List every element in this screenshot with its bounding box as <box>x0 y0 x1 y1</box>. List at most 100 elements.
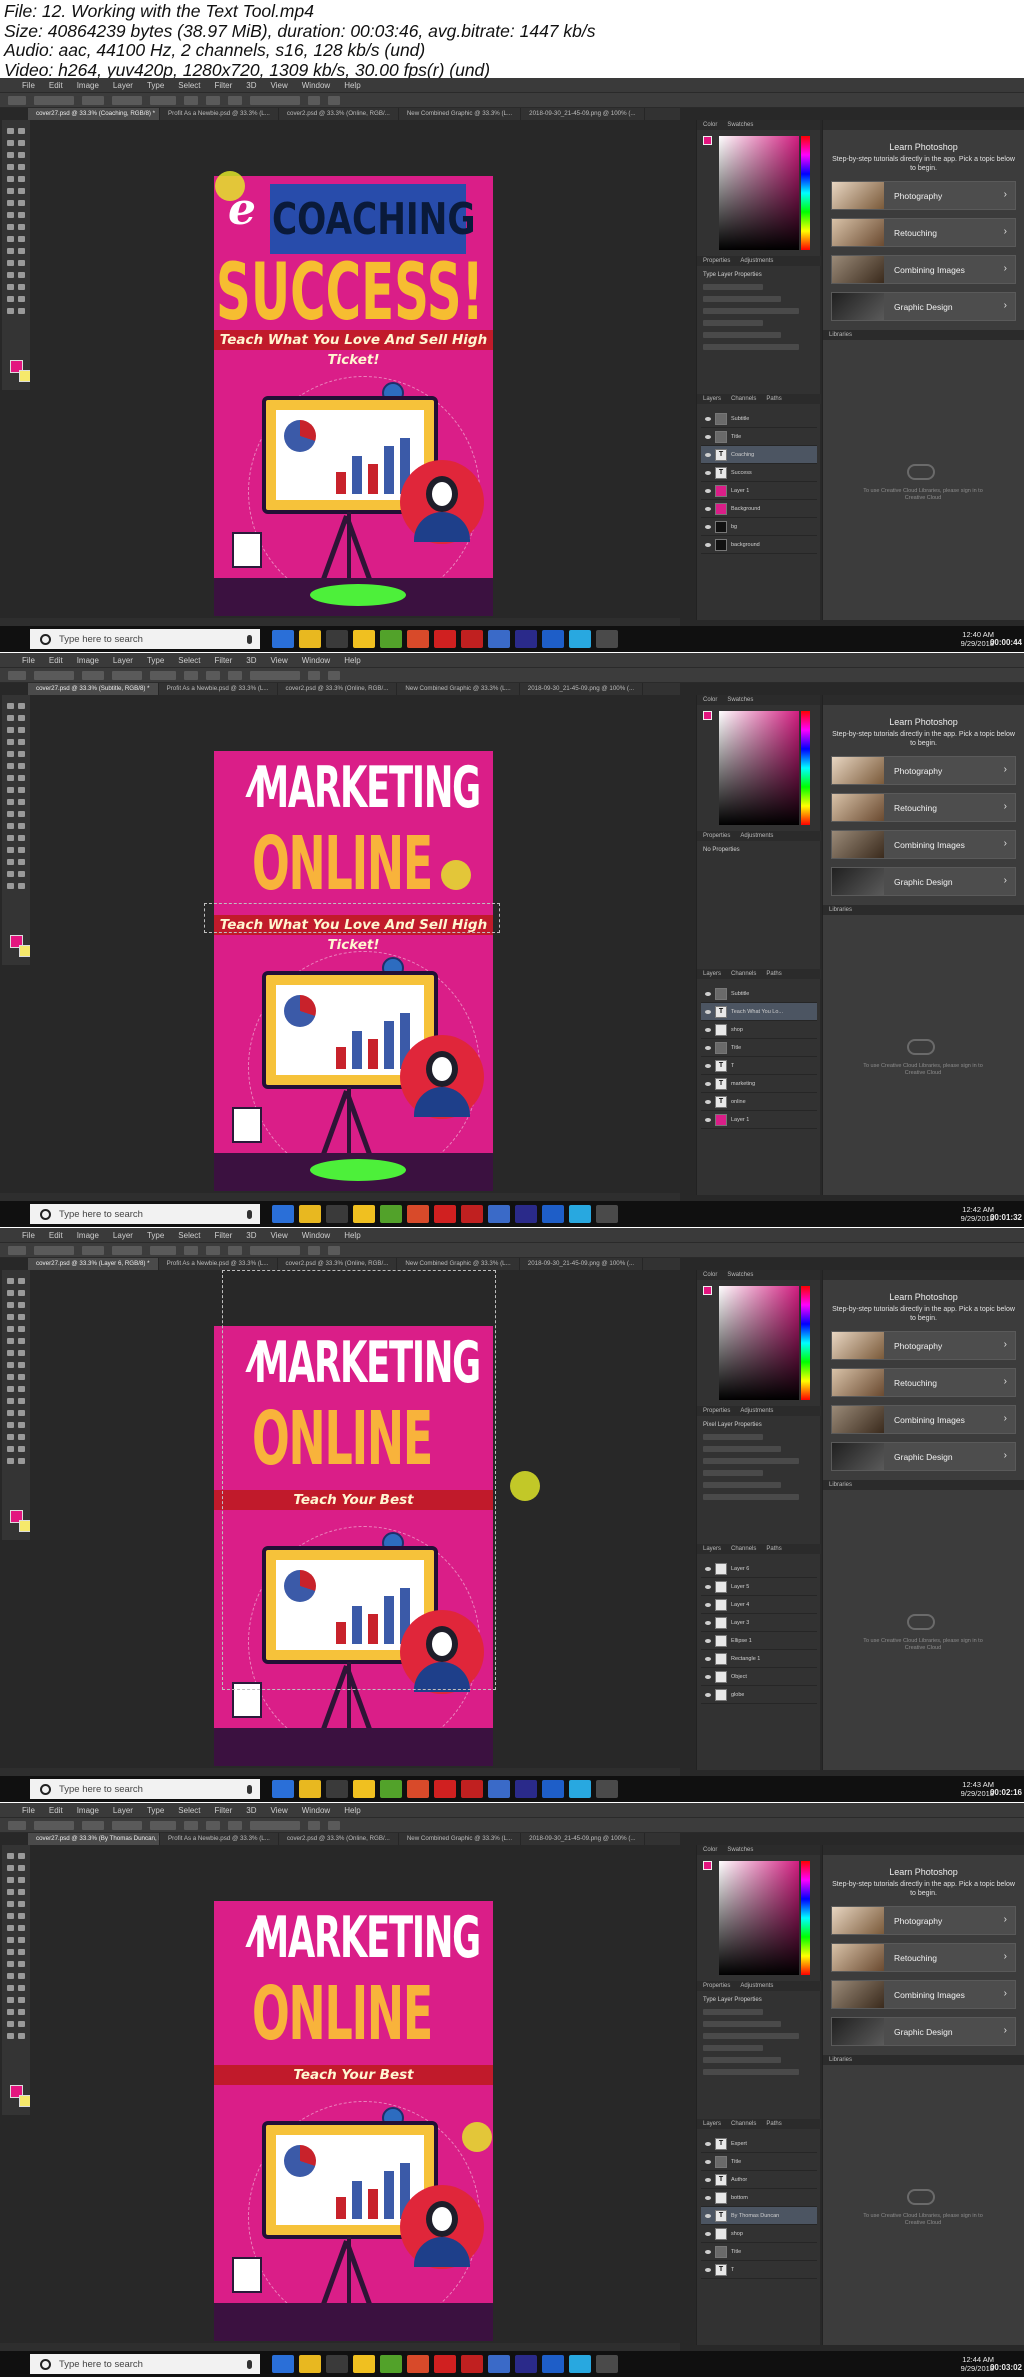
option-control[interactable] <box>8 1245 26 1255</box>
option-control[interactable] <box>206 1245 220 1255</box>
taskbar-search-box[interactable]: Type here to search <box>30 1204 260 1224</box>
menu-item-view[interactable]: View <box>271 656 288 665</box>
tool-icon[interactable] <box>7 1302 14 1308</box>
color-picker-field[interactable] <box>719 1286 799 1400</box>
tab-layers[interactable]: Layers <box>703 394 721 404</box>
taskbar-app-icon[interactable] <box>380 2355 402 2373</box>
learn-topic-graphic-design[interactable]: Graphic Design › <box>831 2017 1016 2046</box>
tool-icon[interactable] <box>18 1434 25 1440</box>
eye-icon[interactable] <box>705 524 711 529</box>
taskbar-search-box[interactable]: Type here to search <box>30 2354 260 2374</box>
taskbar-app-icon[interactable] <box>488 1205 510 1223</box>
option-control[interactable] <box>250 1245 300 1255</box>
tool-icon[interactable] <box>18 1997 25 2003</box>
taskbar-app-icon[interactable] <box>461 1780 483 1798</box>
property-field[interactable] <box>703 332 781 338</box>
tool-icon[interactable] <box>7 1398 14 1404</box>
property-field[interactable] <box>703 296 781 302</box>
tool-icon[interactable] <box>7 1422 14 1428</box>
tool-icon[interactable] <box>7 751 14 757</box>
menu-item-select[interactable]: Select <box>178 656 200 665</box>
hue-slider[interactable] <box>801 1861 810 1975</box>
layer-row[interactable]: Title <box>701 2243 817 2261</box>
property-field[interactable] <box>703 2069 799 2075</box>
tool-icon[interactable] <box>7 1949 14 1955</box>
option-control[interactable] <box>8 1820 26 1830</box>
document-tab[interactable]: cover2.psd @ 33.3% (Online, RGB/... <box>278 683 398 695</box>
document-tab[interactable]: 2018-09-30_21-45-09.png @ 100% (... <box>521 1833 645 1845</box>
layer-row[interactable]: Subtitle <box>701 410 817 428</box>
layer-row[interactable]: Layer 5 <box>701 1578 817 1596</box>
property-field[interactable] <box>703 320 763 326</box>
tool-icon[interactable] <box>7 1386 14 1392</box>
tool-icon[interactable] <box>18 224 25 230</box>
tab-properties[interactable]: Properties <box>703 831 730 841</box>
hue-slider[interactable] <box>801 711 810 825</box>
option-control[interactable] <box>206 1820 220 1830</box>
taskbar-app-icon[interactable] <box>596 630 618 648</box>
taskbar-search-box[interactable]: Type here to search <box>30 1779 260 1799</box>
tool-icon[interactable] <box>18 727 25 733</box>
tab-properties[interactable]: Properties <box>703 256 730 266</box>
tool-icon[interactable] <box>7 1901 14 1907</box>
tab-libraries[interactable]: Libraries <box>829 2055 852 2065</box>
eye-icon[interactable] <box>705 1045 711 1050</box>
menu-item-select[interactable]: Select <box>178 1806 200 1815</box>
layer-row[interactable]: T Success <box>701 464 817 482</box>
eye-icon[interactable] <box>705 2141 711 2146</box>
tab-layers[interactable]: Layers <box>703 1544 721 1554</box>
taskbar-app-icon[interactable] <box>569 1205 591 1223</box>
tool-icon[interactable] <box>7 1997 14 2003</box>
layer-row[interactable]: background <box>701 536 817 554</box>
taskbar-app-icon[interactable] <box>542 2355 564 2373</box>
subtitle-ribbon[interactable]: Teach Your Best <box>214 2065 493 2085</box>
taskbar-app-icon[interactable] <box>272 1205 294 1223</box>
taskbar-app-icon[interactable] <box>542 1205 564 1223</box>
learn-topic-photography[interactable]: Photography › <box>831 756 1016 785</box>
microphone-icon[interactable] <box>247 1784 252 1794</box>
tool-icon[interactable] <box>7 775 14 781</box>
document-tab[interactable]: cover2.psd @ 33.3% (Online, RGB/... <box>279 108 399 120</box>
tool-icon[interactable] <box>18 811 25 817</box>
option-control[interactable] <box>184 95 198 105</box>
menu-item-3d[interactable]: 3D <box>246 81 256 90</box>
eye-icon[interactable] <box>705 488 711 493</box>
menu-item-3d[interactable]: 3D <box>246 656 256 665</box>
tab-color[interactable]: Color <box>703 1845 717 1855</box>
option-control[interactable] <box>206 95 220 105</box>
option-control[interactable] <box>82 1820 104 1830</box>
tool-icon[interactable] <box>18 1398 25 1404</box>
tool-icon[interactable] <box>18 1889 25 1895</box>
tool-icon[interactable] <box>18 212 25 218</box>
option-control[interactable] <box>34 670 74 680</box>
document-tab[interactable]: 2018-09-30_21-45-09.png @ 100% (... <box>520 1258 644 1270</box>
tool-icon[interactable] <box>7 811 14 817</box>
menu-item-type[interactable]: Type <box>147 656 164 665</box>
menu-item-edit[interactable]: Edit <box>49 656 63 665</box>
tab-libraries[interactable]: Libraries <box>829 1480 852 1490</box>
tool-icon[interactable] <box>18 835 25 841</box>
eye-icon[interactable] <box>705 1117 711 1122</box>
tool-icon[interactable] <box>18 703 25 709</box>
eye-icon[interactable] <box>705 506 711 511</box>
eye-icon[interactable] <box>705 2267 711 2272</box>
option-control[interactable] <box>112 1820 142 1830</box>
tab-libraries[interactable]: Libraries <box>829 905 852 915</box>
tool-icon[interactable] <box>7 1446 14 1452</box>
book-cover-canvas[interactable]: MARKETING ONLINE Teach Your Best <box>214 1901 493 2341</box>
property-field[interactable] <box>703 2045 763 2051</box>
document-tab[interactable]: cover27.psd @ 33.3% (Layer 6, RGB/8) * <box>28 1258 159 1270</box>
eye-icon[interactable] <box>705 2213 711 2218</box>
foreground-swatch[interactable] <box>703 136 712 145</box>
tool-icon[interactable] <box>7 1877 14 1883</box>
microphone-icon[interactable] <box>247 2359 252 2369</box>
tool-icon[interactable] <box>7 883 14 889</box>
option-control[interactable] <box>82 1245 104 1255</box>
transform-selection[interactable] <box>222 1270 496 1690</box>
tool-icon[interactable] <box>7 1434 14 1440</box>
tab-channels[interactable]: Channels <box>731 2119 756 2129</box>
taskbar-app-icon[interactable] <box>461 630 483 648</box>
tab-swatches[interactable]: Swatches <box>727 120 753 130</box>
microphone-icon[interactable] <box>247 634 252 644</box>
tool-icon[interactable] <box>18 140 25 146</box>
